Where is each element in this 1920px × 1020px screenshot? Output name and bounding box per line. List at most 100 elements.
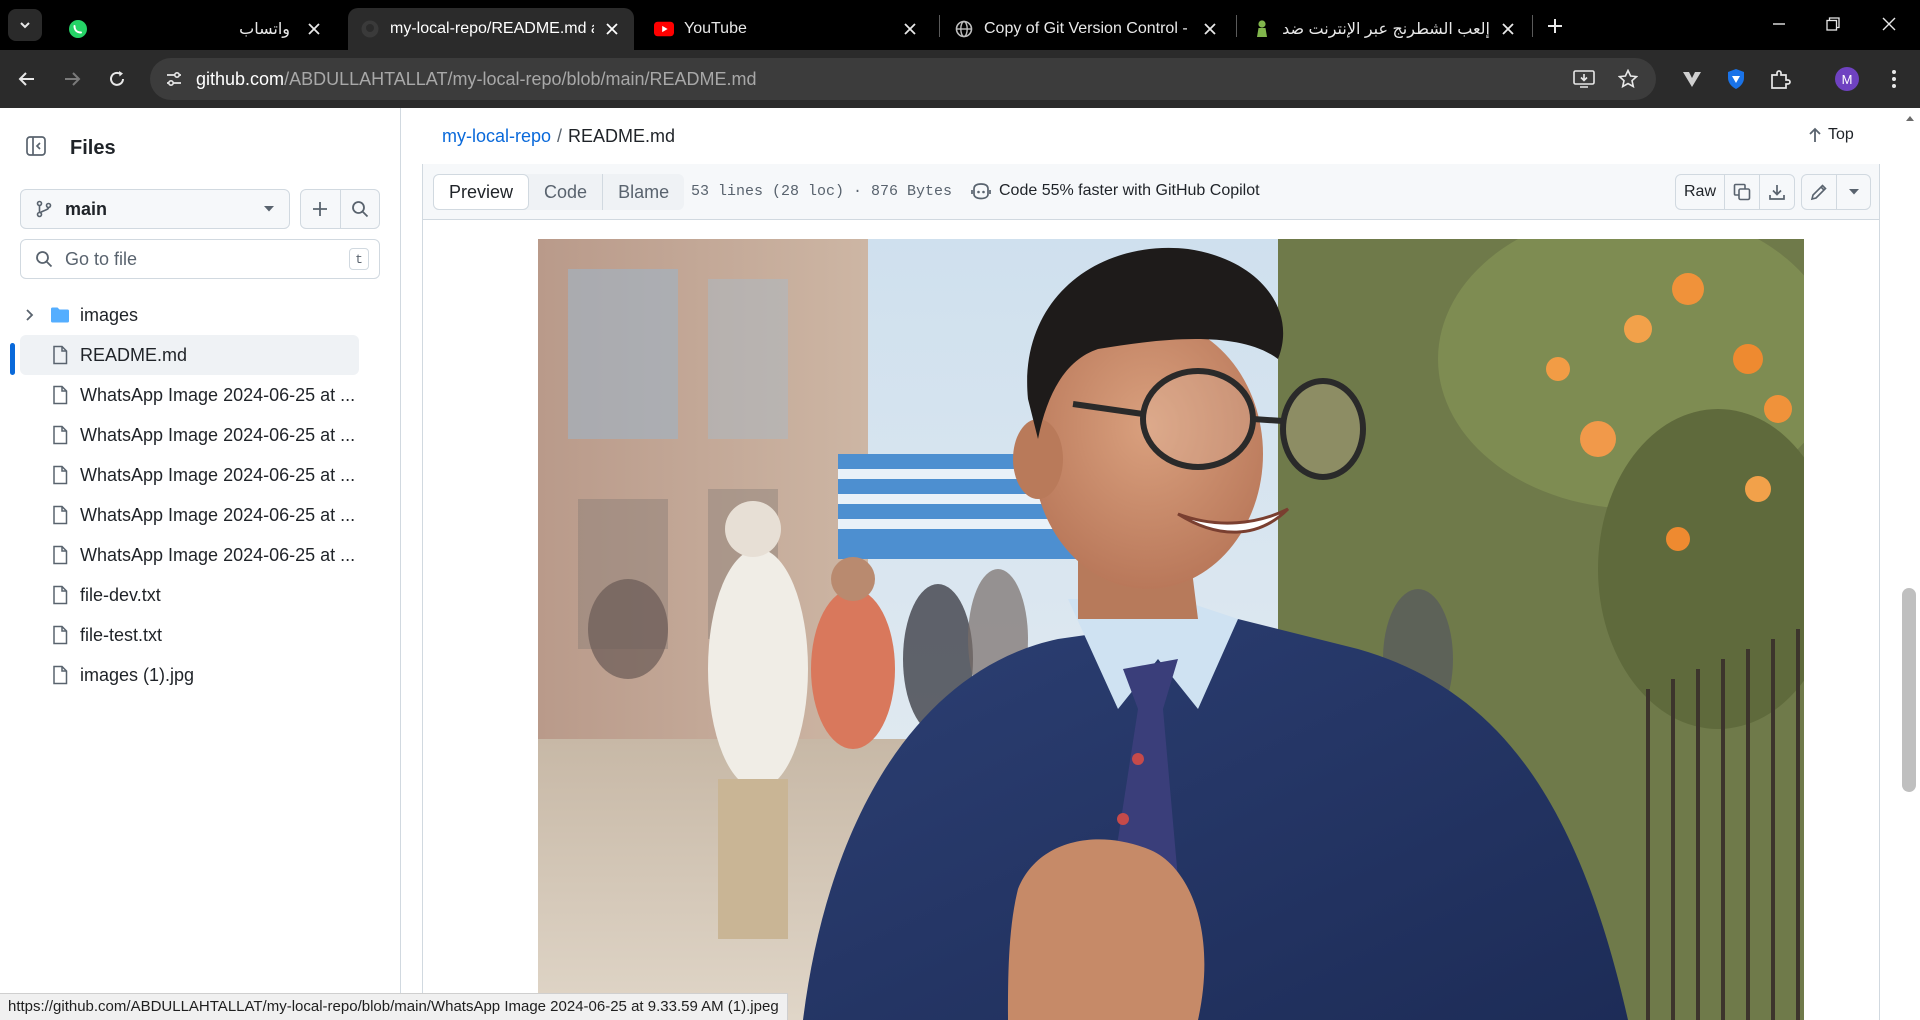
more-edit-options-button[interactable] xyxy=(1836,175,1870,209)
tree-item-label: WhatsApp Image 2024-06-25 at ... xyxy=(80,385,356,405)
vpn-extension-icon[interactable] xyxy=(1676,63,1708,95)
shield-extension-icon[interactable] xyxy=(1720,63,1752,95)
reload-button[interactable] xyxy=(100,62,134,96)
raw-button[interactable]: Raw xyxy=(1676,175,1724,209)
bookmark-star-icon[interactable] xyxy=(1616,67,1640,91)
tab-git-version-control[interactable]: Copy of Git Version Control - D xyxy=(942,8,1232,50)
chess-pawn-icon xyxy=(1252,19,1272,39)
tree-file-images-jpg[interactable]: images (1).jpg xyxy=(0,655,401,695)
copilot-icon xyxy=(971,183,991,200)
copy-raw-button[interactable] xyxy=(1724,175,1759,209)
file-icon xyxy=(53,425,68,445)
tree-file-whatsapp-image[interactable]: WhatsApp Image 2024-06-25 at ... xyxy=(0,495,401,535)
tree-file-whatsapp-image[interactable]: WhatsApp Image 2024-06-25 at ... xyxy=(0,375,401,415)
tree-file-whatsapp-image[interactable]: WhatsApp Image 2024-06-25 at ... xyxy=(0,415,401,455)
file-header: Preview Code Blame 53 lines (28 loc) · 8… xyxy=(423,164,1879,220)
add-file-button[interactable] xyxy=(301,190,340,228)
restore-icon xyxy=(1826,17,1840,31)
portrait-photo xyxy=(538,239,1804,1020)
go-to-file-input[interactable] xyxy=(65,248,349,270)
address-bar[interactable]: github.com/ABDULLAHTALLAT/my-local-repo/… xyxy=(150,58,1656,100)
arrow-left-icon xyxy=(18,72,34,86)
download-button[interactable] xyxy=(1759,175,1794,209)
close-icon[interactable] xyxy=(304,19,324,39)
tree-file-dev[interactable]: file-dev.txt xyxy=(0,575,401,615)
copilot-promo[interactable]: Code 55% faster with GitHub Copilot xyxy=(971,182,1260,200)
tab-whatsapp[interactable]: واتساب xyxy=(56,8,336,50)
search-code-button[interactable] xyxy=(339,190,380,228)
tab-youtube[interactable]: YouTube xyxy=(642,8,932,50)
close-window-button[interactable] xyxy=(1866,8,1912,40)
plus-icon xyxy=(313,202,328,216)
file-icon xyxy=(53,585,68,605)
top-label: Top xyxy=(1828,126,1854,143)
tree-file-whatsapp-image[interactable]: WhatsApp Image 2024-06-25 at ... xyxy=(0,455,401,495)
tree-file-test[interactable]: file-test.txt xyxy=(0,615,401,655)
chevron-right-icon[interactable] xyxy=(22,307,38,323)
breadcrumb-repo-link[interactable]: my-local-repo xyxy=(442,126,551,146)
new-tab-button[interactable] xyxy=(1540,12,1570,40)
scroll-to-top-button[interactable]: Top xyxy=(1808,126,1854,144)
tab-blame[interactable]: Blame xyxy=(602,174,684,210)
branch-name: main xyxy=(65,198,108,219)
url-path: /ABDULLAHTALLAT/my-local-repo/blob/main/… xyxy=(284,69,757,89)
tab-github-readme[interactable]: my-local-repo/README.md at m xyxy=(348,8,634,50)
install-app-icon[interactable] xyxy=(1572,67,1596,91)
branch-selector[interactable]: main xyxy=(20,189,290,229)
globe-icon xyxy=(954,19,974,39)
file-box: Preview Code Blame 53 lines (28 loc) · 8… xyxy=(422,164,1880,1020)
close-icon[interactable] xyxy=(900,19,920,39)
profile-avatar[interactable]: M xyxy=(1835,67,1859,91)
tree-file-readme[interactable]: README.md xyxy=(20,335,359,375)
arrow-up-icon xyxy=(1809,127,1821,142)
site-settings-icon[interactable] xyxy=(162,67,186,91)
browser-menu-icon[interactable] xyxy=(1878,63,1910,95)
tree-folder-images[interactable]: images xyxy=(0,295,401,335)
sidebar-actions xyxy=(300,189,380,229)
extensions-puzzle-icon[interactable] xyxy=(1764,63,1796,95)
go-to-file-field[interactable]: t xyxy=(20,239,380,279)
url-host: github.com xyxy=(196,69,285,89)
file-icon xyxy=(53,665,68,685)
link-status-bubble: https://github.com/ABDULLAHTALLAT/my-loc… xyxy=(0,993,788,1020)
tab-code[interactable]: Code xyxy=(529,174,602,210)
tree-item-label: images (1).jpg xyxy=(80,665,195,685)
tree-item-label: file-dev.txt xyxy=(80,585,161,605)
tab-search-button[interactable] xyxy=(8,9,42,41)
file-icon xyxy=(53,625,68,645)
sidebar-collapse-icon xyxy=(26,136,46,156)
file-view: my-local-repo / README.md Top Preview Code… xyxy=(402,108,1920,1020)
close-icon[interactable] xyxy=(1200,19,1220,39)
scrollbar-thumb[interactable] xyxy=(1902,588,1916,792)
collapse-sidebar-button[interactable] xyxy=(20,130,52,162)
tab-separator xyxy=(1236,15,1237,37)
close-icon[interactable] xyxy=(602,19,622,39)
scroll-up-arrow-icon[interactable] xyxy=(1900,108,1920,128)
sidebar-title: Files xyxy=(70,137,116,159)
minimize-button[interactable] xyxy=(1756,8,1802,40)
tab-title: YouTube xyxy=(684,20,747,37)
file-tree: images README.md WhatsApp Image 2024-06-… xyxy=(0,295,401,695)
file-meta: 53 lines (28 loc) · 876 Bytes xyxy=(691,183,953,200)
tree-item-label: file-test.txt xyxy=(80,625,163,645)
search-icon xyxy=(36,251,53,268)
tab-preview[interactable]: Preview xyxy=(433,174,530,210)
forward-button[interactable] xyxy=(55,62,89,96)
plus-icon xyxy=(1548,19,1562,33)
page-scrollbar[interactable] xyxy=(1900,108,1920,1020)
edit-file-button[interactable] xyxy=(1802,175,1836,209)
close-icon[interactable] xyxy=(1498,19,1518,39)
file-icon xyxy=(53,505,68,525)
browser-tabstrip: واتساب my-local-repo/README.md at m YouT… xyxy=(0,0,1920,50)
tree-file-whatsapp-image[interactable]: WhatsApp Image 2024-06-25 at ... xyxy=(0,535,401,575)
back-button[interactable] xyxy=(10,62,44,96)
minimize-icon xyxy=(1773,23,1785,25)
restore-button[interactable] xyxy=(1810,8,1856,40)
tab-title: Copy of Git Version Control - D xyxy=(984,20,1192,37)
tab-chess[interactable]: إلعب الشطرنج عبر الإنترنت ضد كـ xyxy=(1240,8,1530,50)
tab-title: واتساب xyxy=(239,21,290,38)
tab-title: my-local-repo/README.md at m xyxy=(390,20,594,37)
tree-item-label: WhatsApp Image 2024-06-25 at ... xyxy=(80,465,356,485)
youtube-icon xyxy=(654,19,674,39)
tab-title: إلعب الشطرنج عبر الإنترنت ضد كـ xyxy=(1282,21,1490,38)
